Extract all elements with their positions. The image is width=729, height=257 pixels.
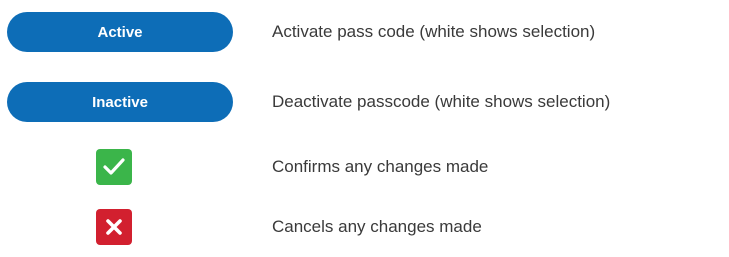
inactive-description: Deactivate passcode (white shows selecti… [272, 92, 611, 111]
inactive-button[interactable]: Inactive [7, 82, 233, 122]
check-icon [103, 158, 125, 175]
active-description: Activate pass code (white shows selectio… [272, 22, 596, 41]
cancel-description: Cancels any changes made [272, 217, 482, 236]
active-button[interactable]: Active [7, 12, 233, 52]
confirm-description: Confirms any changes made [272, 157, 489, 176]
cancel-button[interactable] [96, 209, 132, 245]
confirm-button[interactable] [96, 149, 132, 185]
close-icon [106, 219, 122, 235]
